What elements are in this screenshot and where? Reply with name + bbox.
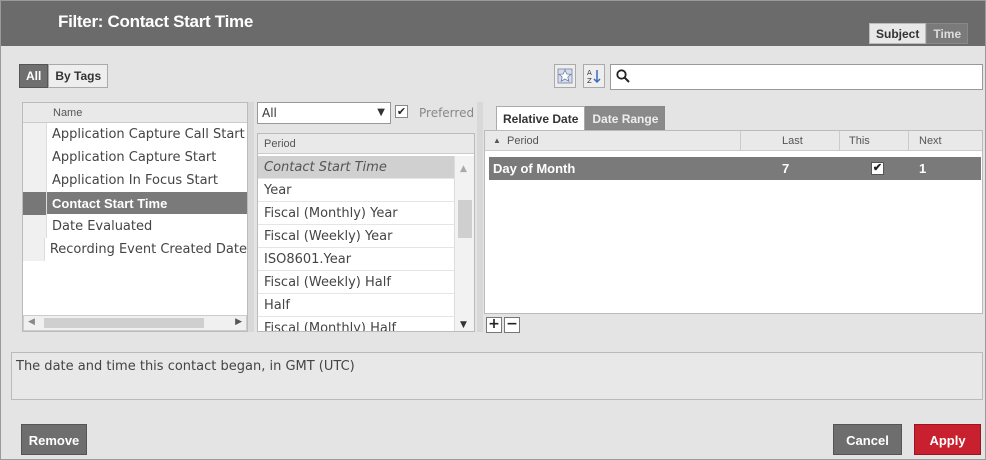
add-row-button[interactable]: + — [486, 317, 502, 333]
title-bar: Filter: Contact Start Time Subject Time — [1, 1, 985, 46]
field-item[interactable]: Date Evaluated — [23, 215, 247, 238]
tab-date-range[interactable]: Date Range — [585, 106, 666, 130]
period-item[interactable]: Half — [258, 294, 454, 317]
subject-time-toggle: Subject Time — [869, 23, 969, 44]
period-item[interactable]: ISO8601.Year — [258, 248, 454, 271]
field-item-selected[interactable]: Contact Start Time — [23, 192, 247, 215]
field-item[interactable]: Application Capture Start — [23, 146, 247, 169]
period-filter-dropdown[interactable]: All ▼ — [257, 102, 391, 124]
column-header-this[interactable]: This — [849, 131, 870, 151]
scroll-down-icon[interactable]: ▼ — [460, 320, 467, 330]
splitter-handle[interactable] — [248, 102, 254, 332]
relative-date-header: ▲ Period Last This Next — [485, 131, 982, 151]
sort-az-icon: A Z — [587, 69, 601, 84]
preferred-checkbox[interactable]: ✔ — [395, 105, 408, 118]
filter-dialog: Filter: Contact Start Time Subject Time … — [0, 0, 986, 460]
relative-date-table: ▲ Period Last This Next Day of Month 7 ✔… — [484, 130, 983, 314]
sort-ascending-icon: ▲ — [493, 136, 501, 145]
by-tags-toggle-button[interactable]: By Tags — [48, 64, 109, 88]
relative-date-row[interactable]: Day of Month 7 ✔ 1 — [489, 157, 981, 181]
column-header-period[interactable]: Period — [507, 131, 539, 151]
scroll-up-icon[interactable]: ▲ — [460, 164, 467, 174]
period-item-selected[interactable]: Contact Start Time — [258, 156, 454, 179]
column-header-next[interactable]: Next — [919, 131, 942, 151]
search-icon — [616, 69, 630, 87]
all-toggle-button[interactable]: All — [19, 64, 49, 88]
scrollbar-thumb[interactable] — [458, 200, 472, 238]
field-item[interactable]: Application Capture Call Start — [23, 123, 247, 146]
preferred-label: Preferred — [419, 106, 475, 120]
dialog-title: Filter: Contact Start Time — [58, 12, 253, 31]
row-next[interactable]: 1 — [919, 157, 926, 180]
dropdown-value: All — [262, 106, 277, 120]
sort-button[interactable]: A Z — [583, 64, 605, 88]
field-item[interactable]: Recording Event Created Date — [23, 238, 247, 261]
search-input[interactable] — [635, 67, 975, 87]
field-list: Name Application Capture Call Start Appl… — [22, 102, 248, 332]
search-box[interactable] — [610, 64, 983, 90]
row-last[interactable]: 7 — [782, 157, 789, 180]
row-this-checkbox[interactable]: ✔ — [871, 162, 884, 175]
period-item[interactable]: Fiscal (Weekly) Half — [258, 271, 454, 294]
svg-text:A: A — [587, 69, 592, 77]
period-item[interactable]: Fiscal (Weekly) Year — [258, 225, 454, 248]
period-item[interactable]: Fiscal (Monthly) Year — [258, 202, 454, 225]
star-filter-icon — [557, 68, 573, 84]
tab-relative-date[interactable]: Relative Date — [496, 106, 586, 130]
scroll-left-icon[interactable]: ◀ — [28, 317, 35, 327]
scrollbar-thumb[interactable] — [44, 318, 204, 328]
remove-row-button[interactable]: − — [504, 317, 520, 333]
period-item[interactable]: Year — [258, 179, 454, 202]
remove-button[interactable]: Remove — [21, 424, 87, 455]
period-item[interactable]: Fiscal (Monthly) Half — [258, 317, 454, 331]
all-bytags-toggle: All By Tags — [19, 64, 109, 88]
svg-text:Z: Z — [587, 77, 592, 84]
scroll-right-icon[interactable]: ▶ — [235, 317, 242, 327]
field-description: The date and time this contact began, in… — [11, 352, 983, 400]
cancel-button[interactable]: Cancel — [833, 424, 902, 455]
field-list-horizontal-scrollbar[interactable]: ◀ ▶ — [23, 315, 247, 331]
subject-toggle-button[interactable]: Subject — [869, 23, 927, 44]
splitter-handle[interactable] — [477, 102, 483, 332]
field-list-header: Name — [23, 103, 247, 123]
period-list: Period Contact Start Time Year Fiscal (M… — [257, 133, 475, 332]
time-toggle-button[interactable]: Time — [926, 23, 969, 44]
row-period: Day of Month — [493, 161, 576, 176]
period-list-header: Period — [258, 134, 474, 154]
chevron-down-icon: ▼ — [377, 107, 385, 118]
period-rows: Contact Start Time Year Fiscal (Monthly)… — [258, 156, 454, 331]
date-mode-tabs: Relative Date Date Range — [496, 106, 666, 130]
column-header-last[interactable]: Last — [782, 131, 803, 151]
period-list-vertical-scrollbar[interactable]: ▲ ▼ — [454, 156, 474, 331]
field-item[interactable]: Application In Focus Start — [23, 169, 247, 192]
apply-button[interactable]: Apply — [914, 424, 981, 455]
favorites-button[interactable] — [554, 64, 576, 88]
